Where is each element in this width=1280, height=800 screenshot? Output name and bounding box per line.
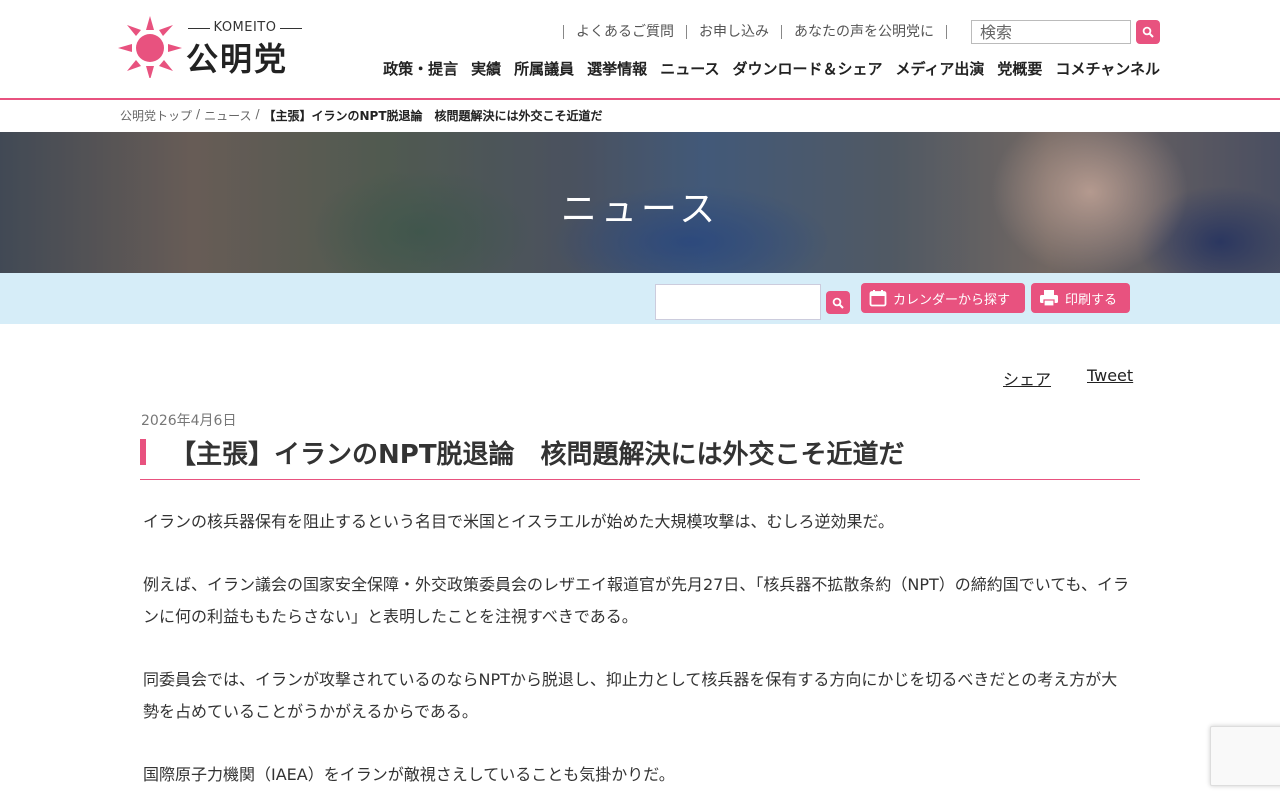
calendar-search-button[interactable]: カレンダーから探す xyxy=(861,283,1025,313)
global-nav: 政策・提言 実績 所属議員 選挙情報 ニュース ダウンロード＆シェア メディア出… xyxy=(370,58,1160,79)
print-button[interactable]: 印刷する xyxy=(1031,283,1130,313)
nav-achievements[interactable]: 実績 xyxy=(471,58,501,79)
nav-komechannel[interactable]: コメチャンネル xyxy=(1055,58,1160,79)
news-search-input[interactable] xyxy=(655,284,821,320)
sun-logo-icon xyxy=(118,16,182,78)
news-search-button[interactable] xyxy=(826,291,850,314)
utility-nav: よくあるご質問 お申し込み あなたの声を公明党に xyxy=(563,20,1160,44)
facebook-share-link[interactable]: シェア xyxy=(1003,366,1051,390)
utility-divider xyxy=(946,25,947,39)
article-title: 【主張】イランのNPT脱退論 核問題解決には外交こそ近道だ xyxy=(170,440,905,470)
article-paragraph: 国際原子力機関（IAEA）をイランが敵視さえしていることも気掛かりだ。 xyxy=(143,765,675,784)
logo-jp-text: 公明党 xyxy=(186,40,289,78)
search-icon xyxy=(1142,26,1154,38)
application-link[interactable]: お申し込み xyxy=(686,25,781,39)
nav-about[interactable]: 党概要 xyxy=(997,58,1042,79)
nav-download-share[interactable]: ダウンロード＆シェア xyxy=(732,58,882,79)
header-search-button[interactable] xyxy=(1136,20,1160,44)
printer-icon xyxy=(1039,289,1059,307)
calendar-search-label: カレンダーから探す xyxy=(893,292,1011,308)
article-body: イランの核兵器保有を阻止するという名目で米国とイスラエルが始めた大規模攻撃は、む… xyxy=(143,506,1133,800)
hero-banner: ニュース xyxy=(0,132,1280,273)
breadcrumb-separator: / xyxy=(196,107,201,121)
tweet-link[interactable]: Tweet xyxy=(1087,366,1133,385)
nav-media[interactable]: メディア出演 xyxy=(895,58,984,79)
article-paragraph: 例えば、イラン議会の国家安全保障・外交政策委員会のレザエイ報道官が先月27日、「… xyxy=(143,575,1129,626)
article-date: 2026年4月6日 xyxy=(141,413,237,429)
article-heading: 【主張】イランのNPT脱退論 核問題解決には外交こそ近道だ xyxy=(140,434,1140,480)
calendar-icon xyxy=(869,289,887,307)
article-paragraph: イランの核兵器保有を阻止するという名目で米国とイスラエルが始めた大規模攻撃は、む… xyxy=(143,512,895,531)
breadcrumb: 公明党トップ / ニュース / 【主張】イランのNPT脱退論 核問題解決には外交… xyxy=(120,107,603,124)
breadcrumb-home[interactable]: 公明党トップ xyxy=(120,107,192,124)
breadcrumb-separator: / xyxy=(255,107,260,121)
header-search xyxy=(971,20,1160,44)
hero-title: ニュース xyxy=(560,189,720,230)
article-paragraph: 同委員会では、イランが攻撃されているのならNPTから脱退し、抑止力として核兵器を… xyxy=(143,670,1118,721)
feedback-link[interactable]: あなたの声を公明党に xyxy=(781,25,946,39)
breadcrumb-news[interactable]: ニュース xyxy=(204,107,251,124)
news-toolbar: カレンダーから探す 印刷する xyxy=(0,273,1280,324)
recaptcha-badge[interactable] xyxy=(1210,726,1280,786)
print-label: 印刷する xyxy=(1065,292,1118,308)
title-accent-bar xyxy=(140,439,146,465)
nav-policy[interactable]: 政策・提言 xyxy=(383,58,458,79)
header-search-input[interactable] xyxy=(971,20,1131,44)
site-header: KOMEITO 公明党 よくあるご質問 お申し込み あなたの声を公明党に 政策・… xyxy=(0,0,1280,100)
breadcrumb-current: 【主張】イランのNPT脱退論 核問題解決には外交こそ近道だ xyxy=(263,109,603,123)
nav-members[interactable]: 所属議員 xyxy=(514,58,574,79)
nav-elections[interactable]: 選挙情報 xyxy=(587,58,647,79)
site-logo[interactable]: KOMEITO 公明党 xyxy=(118,12,318,82)
faq-link[interactable]: よくあるご質問 xyxy=(563,25,686,39)
nav-news[interactable]: ニュース xyxy=(660,58,719,79)
logo-en-text: KOMEITO xyxy=(184,20,306,35)
search-icon xyxy=(832,297,844,309)
